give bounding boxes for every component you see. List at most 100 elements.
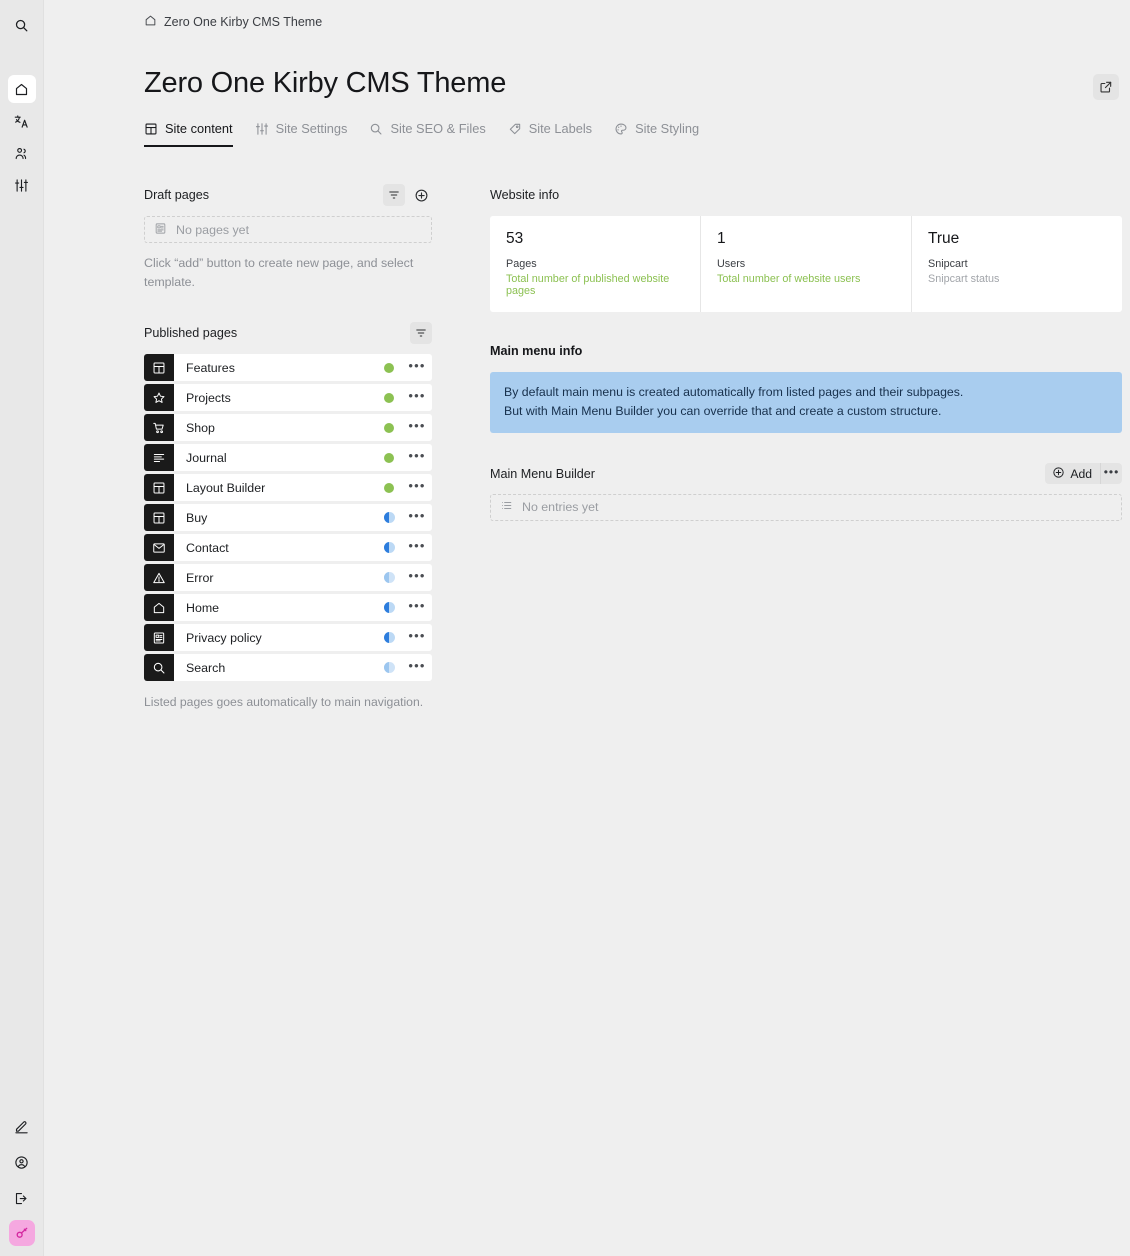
list-item[interactable]: Error ••• bbox=[144, 564, 432, 592]
sidebar-item-users[interactable] bbox=[8, 139, 36, 167]
tab-site-styling[interactable]: Site Styling bbox=[614, 121, 699, 147]
status-badge bbox=[376, 414, 402, 441]
page-icon bbox=[154, 222, 167, 238]
layout-icon bbox=[144, 354, 174, 382]
plus-circle-icon bbox=[1052, 466, 1065, 482]
info-card-users: 1 Users Total number of website users bbox=[701, 216, 912, 312]
published-pages-header: Published pages bbox=[144, 322, 432, 345]
main-menu-builder-empty[interactable]: No entries yet bbox=[490, 493, 1122, 521]
list-item[interactable]: Journal ••• bbox=[144, 444, 432, 472]
page-header: Zero One Kirby CMS Theme bbox=[144, 67, 1119, 100]
draft-pages-actions bbox=[383, 184, 432, 206]
ellipsis-icon[interactable]: ••• bbox=[1101, 463, 1122, 484]
ellipsis-icon[interactable]: ••• bbox=[402, 624, 432, 651]
tab-site-settings[interactable]: Site Settings bbox=[255, 121, 348, 147]
search-icon[interactable] bbox=[8, 11, 36, 39]
tab-label: Site Settings bbox=[275, 121, 348, 136]
sidebar-item-home[interactable] bbox=[7, 75, 36, 103]
published-pages-actions bbox=[410, 322, 432, 345]
sidebar-item-account[interactable] bbox=[8, 1148, 36, 1176]
list-item[interactable]: Privacy policy ••• bbox=[144, 624, 432, 652]
list-item-label: Shop bbox=[186, 420, 215, 435]
layout-icon bbox=[144, 504, 174, 532]
alert-icon bbox=[144, 564, 174, 592]
list-item-label: Buy bbox=[186, 510, 208, 525]
list-item-label: Home bbox=[186, 600, 220, 615]
status-badge bbox=[376, 534, 402, 561]
avatar[interactable] bbox=[8, 1220, 35, 1246]
list-item-label: Contact bbox=[186, 540, 229, 555]
list-item[interactable]: Projects ••• bbox=[144, 384, 432, 412]
tab-label: Site Labels bbox=[528, 121, 593, 136]
sidebar-item-edit[interactable] bbox=[8, 1112, 36, 1140]
status-badge bbox=[376, 474, 402, 501]
status-badge bbox=[376, 624, 402, 651]
list-item[interactable]: Buy ••• bbox=[144, 504, 432, 532]
ellipsis-icon[interactable]: ••• bbox=[402, 354, 432, 381]
status-badge bbox=[376, 654, 402, 681]
main-menu-builder-title: Main Menu Builder bbox=[490, 466, 595, 481]
layout-icon bbox=[144, 474, 174, 502]
add-button[interactable]: Add bbox=[1045, 463, 1101, 485]
sidebar-item-languages[interactable] bbox=[8, 107, 36, 135]
list-item-label: Journal bbox=[186, 450, 227, 465]
list-item-label: Error bbox=[186, 570, 214, 585]
content-columns: Draft pages No pages yet Click “add” but… bbox=[144, 184, 1122, 709]
ellipsis-icon[interactable]: ••• bbox=[402, 564, 432, 591]
sidebar bbox=[0, 0, 44, 1256]
ellipsis-icon[interactable]: ••• bbox=[402, 474, 432, 501]
info-card-value: True bbox=[928, 230, 960, 247]
left-column: Draft pages No pages yet Click “add” but… bbox=[144, 184, 432, 709]
list-item-label: Features bbox=[186, 360, 235, 375]
info-card-help: Snipcart status bbox=[928, 272, 1000, 285]
info-card-label: Users bbox=[717, 257, 746, 270]
main-content: Zero One Kirby CMS Theme Zero One Kirby … bbox=[44, 0, 1130, 1256]
info-card-help: Total number of published website pages bbox=[506, 272, 670, 297]
search-icon bbox=[369, 122, 383, 136]
sidebar-item-logout[interactable] bbox=[8, 1184, 36, 1212]
filter-icon[interactable] bbox=[410, 322, 432, 345]
tag-icon bbox=[508, 122, 522, 136]
ellipsis-icon[interactable]: ••• bbox=[402, 654, 432, 681]
info-card-label: Snipcart bbox=[928, 257, 968, 270]
mail-icon bbox=[144, 534, 174, 562]
list-item[interactable]: Home ••• bbox=[144, 594, 432, 622]
list-item[interactable]: Layout Builder ••• bbox=[144, 474, 432, 502]
list-item[interactable]: Contact ••• bbox=[144, 534, 432, 562]
star-icon bbox=[144, 384, 174, 412]
info-card-pages: 53 Pages Total number of published websi… bbox=[490, 216, 701, 312]
add-draft-page-button[interactable] bbox=[410, 184, 432, 206]
status-badge bbox=[376, 504, 402, 531]
list-item-label: Layout Builder bbox=[186, 480, 266, 495]
ellipsis-icon[interactable]: ••• bbox=[402, 504, 432, 531]
list-item-label: Privacy policy bbox=[186, 630, 262, 645]
list-item[interactable]: Search ••• bbox=[144, 654, 432, 682]
list-item[interactable]: Features ••• bbox=[144, 354, 432, 382]
breadcrumb[interactable]: Zero One Kirby CMS Theme bbox=[144, 0, 1119, 30]
info-card-value: 1 bbox=[717, 230, 726, 247]
info-card-snipcart: True Snipcart Snipcart status bbox=[912, 216, 1122, 312]
ellipsis-icon[interactable]: ••• bbox=[402, 384, 432, 411]
list-icon bbox=[144, 444, 174, 472]
ellipsis-icon[interactable]: ••• bbox=[402, 534, 432, 561]
tab-site-content[interactable]: Site content bbox=[144, 121, 233, 147]
status-badge bbox=[376, 444, 402, 471]
home-icon bbox=[144, 594, 174, 622]
tab-label: Site SEO & Files bbox=[390, 121, 486, 136]
tab-site-seo-files[interactable]: Site SEO & Files bbox=[369, 121, 486, 147]
external-link-icon[interactable] bbox=[1093, 74, 1119, 100]
tab-site-labels[interactable]: Site Labels bbox=[508, 121, 592, 147]
main-menu-builder-empty-label: No entries yet bbox=[522, 500, 599, 515]
main-menu-info-title: Main menu info bbox=[490, 343, 583, 358]
status-badge bbox=[376, 594, 402, 621]
draft-pages-empty[interactable]: No pages yet bbox=[144, 216, 432, 243]
sliders-icon bbox=[255, 122, 269, 136]
filter-icon[interactable] bbox=[383, 184, 405, 206]
search-icon bbox=[144, 654, 174, 682]
tab-label: Site Styling bbox=[635, 121, 700, 136]
ellipsis-icon[interactable]: ••• bbox=[402, 414, 432, 441]
sidebar-item-system[interactable] bbox=[8, 171, 36, 199]
ellipsis-icon[interactable]: ••• bbox=[402, 594, 432, 621]
ellipsis-icon[interactable]: ••• bbox=[402, 444, 432, 471]
list-item[interactable]: Shop ••• bbox=[144, 414, 432, 442]
